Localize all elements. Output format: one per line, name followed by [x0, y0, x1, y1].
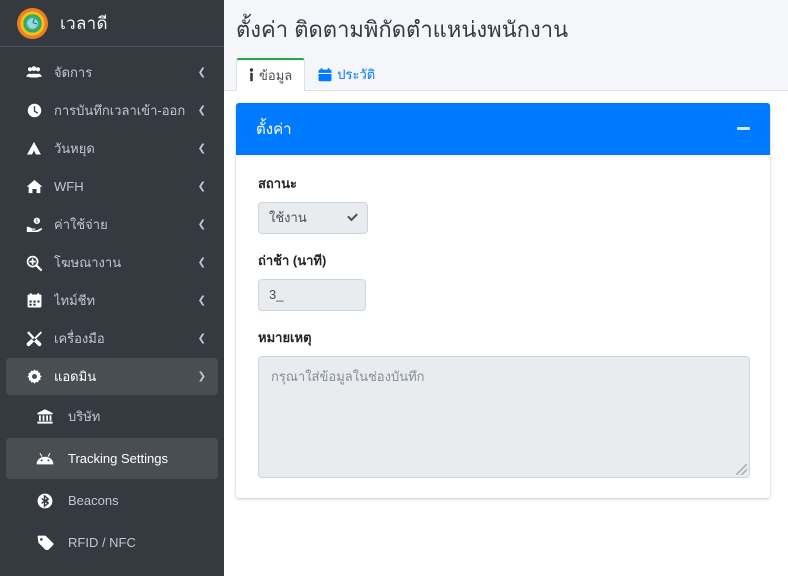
sidebar-item-rfid-nfc[interactable]: RFID / NFC [6, 522, 218, 563]
sidebar-item-label: โฆษณางาน [54, 255, 122, 270]
brand-header[interactable]: เวลาดี [0, 0, 224, 47]
chevron-down-icon [347, 210, 358, 222]
sidebar-item-company[interactable]: บริษัท [6, 396, 218, 437]
sidebar-item-label: แอดมิน [54, 369, 97, 384]
note-placeholder: กรุณาใส่ข้อมูลในช่องบันทึก [271, 368, 425, 384]
status-select[interactable]: ใช้งาน [258, 201, 368, 234]
sidebar-subitem-label: Tracking Settings [68, 451, 168, 466]
users-icon [24, 65, 44, 81]
sidebar-nav: จัดการ ❮ การบันทึกเวลาเข้า-ออก ❮ วันหยุด… [0, 47, 224, 576]
sidebar-subitem-label: RFID / NFC [68, 535, 136, 550]
page-header: ตั้งค่า ติดตามพิกัดตำแหน่งพนักงาน [224, 0, 788, 57]
chevron-left-icon: ❮ [197, 66, 206, 78]
status-select-value: ใช้งาน [269, 210, 307, 226]
tent-icon [24, 141, 44, 157]
sidebar-item-admin[interactable]: แอดมิน ❯ [6, 358, 218, 395]
gear-icon [24, 369, 44, 385]
card-header: ตั้งค่า [236, 102, 770, 155]
sidebar-subitem-label: บริษัท [68, 409, 101, 424]
page-title: ตั้งค่า ติดตามพิกัดตำแหน่งพนักงาน [236, 17, 569, 42]
status-field-group: สถานะ ใช้งาน [258, 173, 750, 234]
tab-history[interactable]: ประวัติ [305, 58, 388, 91]
tab-info[interactable]: ข้อมูล [236, 57, 306, 91]
minus-icon[interactable] [734, 120, 752, 138]
clock-icon [24, 103, 44, 119]
sidebar-item-timeclock[interactable]: การบันทึกเวลาเข้า-ออก ❮ [6, 92, 218, 129]
bank-icon [34, 408, 56, 426]
sidebar-item-label: วันหยุด [54, 141, 95, 156]
calendar-icon [318, 67, 332, 82]
tools-icon [24, 330, 44, 347]
sidebar-item-beacons[interactable]: Beacons [6, 480, 218, 521]
delay-input-value: 3_ [269, 287, 284, 303]
chevron-left-icon: ❮ [197, 180, 206, 192]
sidebar-item-holiday[interactable]: วันหยุด ❮ [6, 130, 218, 167]
chevron-left-icon: ❮ [197, 332, 206, 344]
tab-label: ประวัติ [337, 67, 376, 83]
sidebar: เวลาดี จัดการ ❮ การบันทึกเวลาเข้า-ออก ❮ [0, 0, 224, 576]
tab-bar: ข้อมูล ประวัติ [224, 56, 788, 91]
sidebar-item-jobads[interactable]: โฆษณางาน ❮ [6, 244, 218, 281]
bluetooth-icon [34, 492, 56, 510]
note-label: หมายเหตุ [258, 329, 312, 345]
sidebar-subitem-label: Beacons [68, 493, 119, 508]
delay-input[interactable]: 3_ [258, 278, 366, 311]
sidebar-item-label: จัดการ [54, 65, 93, 80]
chevron-down-icon: ❯ [197, 370, 206, 382]
card-body: สถานะ ใช้งาน ถ่าช้า (นาที) 3_ หมายเหตุ ก… [236, 155, 770, 498]
sidebar-item-label: เครื่องมือ [54, 331, 105, 346]
status-label: สถานะ [258, 175, 297, 191]
clock-rings-logo-icon [17, 7, 48, 39]
sidebar-item-wfh[interactable]: WFH ❮ [6, 168, 218, 205]
sidebar-item-label: WFH [54, 179, 84, 194]
note-textarea[interactable]: กรุณาใส่ข้อมูลในช่องบันทึก [258, 355, 750, 478]
chevron-left-icon: ❮ [197, 256, 206, 268]
chevron-left-icon: ❮ [197, 142, 206, 154]
settings-card: ตั้งค่า สถานะ ใช้งาน ถ่าช้า (นาที) 3_ หม… [236, 102, 770, 498]
chevron-left-icon: ❮ [197, 294, 206, 306]
sidebar-item-expenses[interactable]: $ ค่าใช้จ่าย ❮ [6, 206, 218, 243]
sidebar-item-tracking-settings[interactable]: Tracking Settings [6, 438, 218, 479]
search-plus-icon [24, 255, 44, 271]
android-icon [34, 450, 56, 468]
svg-text:$: $ [35, 219, 38, 225]
note-field-group: หมายเหตุ กรุณาใส่ข้อมูลในช่องบันทึก [258, 327, 750, 478]
sidebar-item-label: ค่าใช้จ่าย [54, 217, 108, 232]
sidebar-item-label: ไทม์ชีท [54, 293, 96, 308]
main-area: ตั้งค่า ติดตามพิกัดตำแหน่งพนักงาน ข้อมูล… [224, 0, 788, 576]
delay-field-group: ถ่าช้า (นาที) 3_ [258, 250, 750, 311]
brand-name: เวลาดี [60, 13, 108, 33]
tab-label: ข้อมูล [259, 67, 293, 83]
tag-icon [34, 534, 56, 552]
sidebar-item-manage[interactable]: จัดการ ❮ [6, 54, 218, 91]
home-icon [24, 179, 44, 195]
chevron-left-icon: ❮ [197, 218, 206, 230]
sidebar-item-label: การบันทึกเวลาเข้า-ออก [54, 103, 186, 118]
sidebar-item-tools[interactable]: เครื่องมือ ❮ [6, 320, 218, 357]
delay-label: ถ่าช้า (นาที) [258, 252, 327, 268]
sidebar-item-time-devices[interactable]: อุปกรณ์บันทึกเวลา [6, 564, 218, 576]
resize-handle-icon[interactable] [736, 463, 747, 475]
card-title: ตั้งค่า [256, 120, 292, 138]
hand-holding-dollar-icon: $ [24, 217, 44, 233]
calendar-icon [24, 293, 44, 309]
chevron-left-icon: ❮ [197, 104, 206, 116]
app-root: เวลาดี จัดการ ❮ การบันทึกเวลาเข้า-ออก ❮ [0, 0, 788, 576]
content-area: ตั้งค่า สถานะ ใช้งาน ถ่าช้า (นาที) 3_ หม… [224, 90, 788, 576]
info-icon [249, 68, 254, 82]
sidebar-item-timesheet[interactable]: ไทม์ชีท ❮ [6, 282, 218, 319]
sidebar-subnav-admin: บริษัท Tracking Settings Beacons RFID / … [0, 396, 224, 576]
